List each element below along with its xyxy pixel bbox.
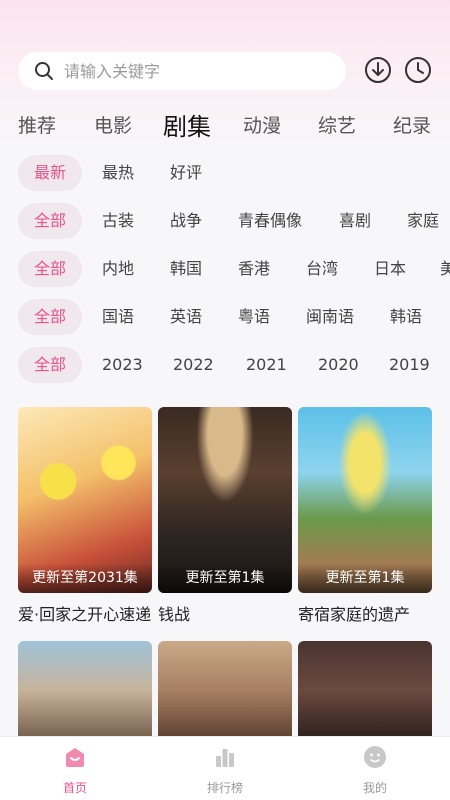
filter-chip[interactable]: 台湾	[306, 251, 338, 287]
nav-home[interactable]: 首页	[30, 745, 120, 796]
genre-filter-row: 全部 古装 战争 青春偶像 喜剧 家庭	[18, 203, 450, 239]
filter-chip[interactable]: 喜剧	[339, 203, 371, 239]
poster-image	[18, 641, 152, 741]
tab-series[interactable]: 剧集	[163, 107, 211, 142]
filter-chip[interactable]: 2020	[318, 347, 359, 383]
filter-chip[interactable]: 青春偶像	[238, 203, 302, 239]
tab-movies[interactable]: 电影	[94, 111, 132, 138]
filter-chip[interactable]: 2019	[389, 347, 430, 383]
year-filter-row: 全部 2023 2022 2021 2020 2019	[18, 347, 450, 383]
bar-chart-icon	[216, 749, 234, 767]
content-card[interactable]: 更新至第2031集 爱·回家之开心速递	[18, 407, 152, 625]
poster-image: 更新至第1集	[158, 407, 292, 593]
filter-chip[interactable]: 最热	[102, 155, 134, 191]
filter-chip[interactable]: 英语	[170, 299, 202, 335]
tab-documentary[interactable]: 纪录	[393, 111, 431, 138]
filter-chip[interactable]: 2021	[246, 347, 287, 383]
tab-anime[interactable]: 动漫	[243, 111, 281, 138]
card-title: 寄宿家庭的遗产	[298, 605, 411, 624]
tab-recommend[interactable]: 推荐	[18, 111, 56, 138]
search-icon	[35, 62, 53, 80]
poster-image	[298, 641, 432, 741]
smile-icon	[364, 746, 386, 768]
search-box[interactable]	[18, 52, 346, 90]
filter-chip[interactable]: 香港	[238, 251, 270, 287]
episode-badge: 更新至第1集	[158, 563, 292, 593]
filter-chip-selected[interactable]: 全部	[18, 203, 83, 239]
filter-chip[interactable]: 韩国	[170, 251, 202, 287]
filter-chip[interactable]: 日本	[374, 251, 406, 287]
nav-label: 排行榜	[206, 781, 243, 795]
nav-label: 首页	[62, 781, 87, 795]
filter-chip-selected[interactable]: 全部	[18, 347, 83, 383]
filter-chip-selected[interactable]: 全部	[18, 251, 83, 287]
region-filter-row: 全部 内地 韩国 香港 台湾 日本 美	[18, 251, 450, 287]
search-row	[18, 52, 438, 90]
nav-label: 我的	[362, 781, 387, 795]
filter-chip-selected[interactable]: 最新	[18, 155, 83, 191]
filter-chip[interactable]: 2022	[173, 347, 214, 383]
filter-chip[interactable]: 古装	[102, 203, 134, 239]
filter-chip[interactable]: 好评	[170, 155, 202, 191]
home-icon	[66, 748, 84, 767]
filter-chip[interactable]: 国语	[102, 299, 134, 335]
content-card[interactable]: 更新至第1集 寄宿家庭的遗产	[298, 407, 432, 625]
content-card[interactable]: 更新至第1集 钱战	[158, 407, 292, 625]
filter-chip[interactable]: 家庭	[407, 203, 439, 239]
content-card[interactable]	[298, 641, 432, 741]
filter-chip[interactable]: 战争	[170, 203, 202, 239]
bottom-nav: 首页 排行榜 我的	[0, 736, 450, 800]
poster-image	[158, 641, 292, 741]
search-input[interactable]	[64, 61, 304, 81]
language-filter-row: 全部 国语 英语 粤语 闽南语 韩语	[18, 299, 450, 335]
filter-chip[interactable]: 闽南语	[306, 299, 354, 335]
sort-filter-row: 最新 最热 好评	[18, 155, 450, 191]
episode-badge: 更新至第2031集	[18, 563, 152, 593]
filter-chip[interactable]: 韩语	[390, 299, 422, 335]
category-tabs: 推荐 电影 剧集 动漫 综艺 纪录	[0, 104, 450, 144]
poster-image: 更新至第1集	[298, 407, 432, 593]
filter-chip[interactable]: 内地	[102, 251, 134, 287]
card-title: 爱·回家之开心速递	[18, 605, 152, 624]
nav-ranking[interactable]: 排行榜	[180, 745, 270, 796]
filter-chip[interactable]: 粤语	[238, 299, 270, 335]
tab-variety[interactable]: 综艺	[318, 111, 356, 138]
content-card[interactable]	[18, 641, 152, 741]
filter-chip-selected[interactable]: 全部	[18, 299, 83, 335]
filter-chip[interactable]: 美	[440, 251, 450, 287]
content-card[interactable]	[158, 641, 292, 741]
filter-chip[interactable]: 2023	[102, 347, 143, 383]
poster-image: 更新至第2031集	[18, 407, 152, 593]
clock-icon[interactable]	[404, 56, 432, 84]
nav-profile[interactable]: 我的	[330, 745, 420, 796]
download-icon[interactable]	[364, 56, 392, 84]
episode-badge: 更新至第1集	[298, 563, 432, 593]
card-title: 钱战	[158, 605, 191, 624]
